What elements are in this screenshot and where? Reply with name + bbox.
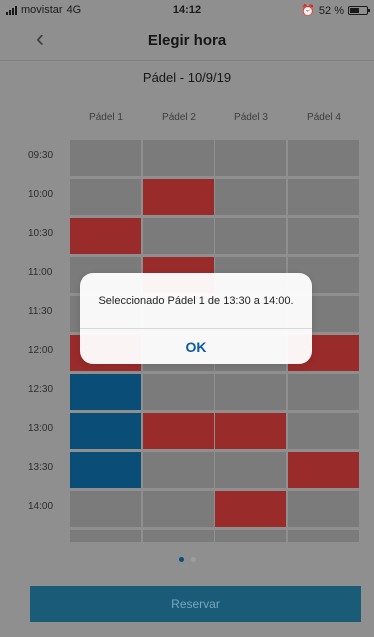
court-slot-free[interactable] xyxy=(215,530,286,542)
court-slot-free[interactable] xyxy=(143,491,214,527)
court-slot-free[interactable] xyxy=(288,218,359,254)
court-slot-free[interactable] xyxy=(215,452,286,488)
court-header: Pádel 2 xyxy=(162,112,196,123)
court-header: Pádel 4 xyxy=(307,112,341,123)
court-slot-reserved[interactable] xyxy=(288,452,359,488)
time-label: 10:30 xyxy=(28,228,54,239)
court-slot-free[interactable] xyxy=(70,179,141,215)
alert-ok-button[interactable]: OK xyxy=(80,329,312,364)
time-label: 10:00 xyxy=(28,189,54,200)
battery-icon xyxy=(348,6,370,15)
court-slot-free[interactable] xyxy=(288,140,359,176)
court-slot-free[interactable] xyxy=(70,491,141,527)
court-slot-reserved[interactable] xyxy=(70,218,141,254)
court-headers: Pádel 1 Pádel 2 Pádel 3 Pádel 4 xyxy=(70,112,362,126)
court-slot-reserved[interactable] xyxy=(143,413,214,449)
date-title: Pádel - 10/9/19 xyxy=(142,70,232,85)
time-label: 13:00 xyxy=(28,423,54,434)
court-slot-free[interactable] xyxy=(70,530,141,542)
court-slot-free[interactable] xyxy=(288,374,359,410)
court-slot-free[interactable] xyxy=(143,452,214,488)
court-slot-free[interactable] xyxy=(288,413,359,449)
status-bar: movistar 4G 14:12 ⏰ 52 % xyxy=(0,0,374,20)
court-header: Pádel 1 xyxy=(89,112,123,123)
page-indicator xyxy=(0,557,374,567)
court-slot-selected[interactable] xyxy=(70,452,141,488)
court-slot-free[interactable] xyxy=(288,491,359,527)
time-label: 09:30 xyxy=(28,150,54,161)
alarm-clock-icon: ⏰ xyxy=(301,5,315,17)
status-right: ⏰ 52 % xyxy=(301,4,370,17)
court-slot-free[interactable] xyxy=(288,179,359,215)
court-slot-free[interactable] xyxy=(215,140,286,176)
court-slot-reserved[interactable] xyxy=(215,491,286,527)
page-dot-active[interactable] xyxy=(178,557,184,562)
court-slot-free[interactable] xyxy=(215,374,286,410)
time-label: 14:00 xyxy=(28,501,54,512)
navigation-bar: ‹ Elegir hora xyxy=(0,20,374,61)
court-slot-reserved[interactable] xyxy=(143,179,214,215)
court-slot-free[interactable] xyxy=(143,374,214,410)
court-slot-free[interactable] xyxy=(143,530,214,542)
court-slot-free[interactable] xyxy=(215,218,286,254)
time-label: 13:30 xyxy=(28,462,54,473)
court-slot-reserved[interactable] xyxy=(215,413,286,449)
court-slot-selected[interactable] xyxy=(70,374,141,410)
time-label: 12:00 xyxy=(28,345,54,356)
reserve-button[interactable]: Reservar xyxy=(30,586,361,622)
battery-percent: 52 % xyxy=(318,4,344,17)
selection-alert: Seleccionado Pádel 1 de 13:30 a 14:00. O… xyxy=(80,273,312,364)
alert-message: Seleccionado Pádel 1 de 13:30 a 14:00. xyxy=(98,295,294,307)
time-label: 11:30 xyxy=(28,306,53,317)
court-slot-free[interactable] xyxy=(70,140,141,176)
court-slot-selected[interactable] xyxy=(70,413,141,449)
time-label: 12:30 xyxy=(28,384,54,395)
court-slot-free[interactable] xyxy=(288,530,359,542)
court-header: Pádel 3 xyxy=(234,112,268,123)
page-dot[interactable] xyxy=(190,557,196,562)
court-slot-free[interactable] xyxy=(215,179,286,215)
court-slot-free[interactable] xyxy=(143,218,214,254)
time-label: 11:00 xyxy=(28,267,53,278)
court-slot-free[interactable] xyxy=(143,140,214,176)
page-title: Elegir hora xyxy=(147,32,227,49)
